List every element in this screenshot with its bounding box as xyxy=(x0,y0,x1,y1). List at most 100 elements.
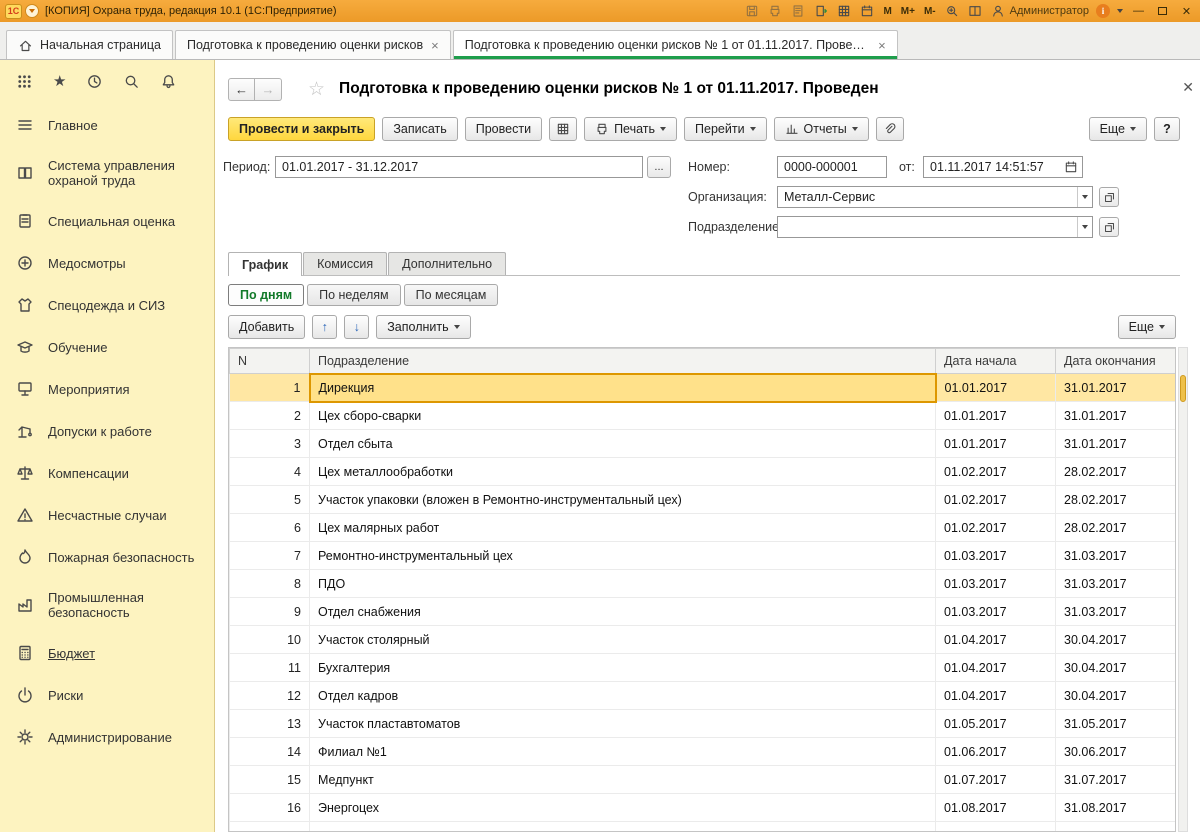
back-button[interactable]: ← xyxy=(228,77,255,101)
cell-number[interactable]: 8 xyxy=(229,569,310,598)
sidebar-item-8[interactable]: Компенсации xyxy=(0,452,214,494)
more-menu-button[interactable]: Еще xyxy=(1088,117,1147,141)
cell-start-date[interactable]: 01.02.2017 xyxy=(935,485,1056,514)
cell-number[interactable]: 3 xyxy=(229,429,310,458)
cell-department[interactable]: Филиал №1 xyxy=(309,737,936,766)
write-button[interactable]: Записать xyxy=(382,117,458,141)
cell-end-date[interactable]: 30.04.2017 xyxy=(1055,681,1175,710)
sidebar-item-4[interactable]: Спецодежда и СИЗ xyxy=(0,284,214,326)
cell-start-date[interactable]: 01.04.2017 xyxy=(935,625,1056,654)
table-row[interactable]: 9 Отдел снабжения 01.03.2017 31.03.2017 xyxy=(229,597,1175,626)
sidebar-item-7[interactable]: Допуски к работе xyxy=(0,410,214,452)
cell-end-date[interactable]: 31.01.2017 xyxy=(1055,373,1175,402)
post-button[interactable]: Провести xyxy=(464,117,543,141)
sidebar-item-12[interactable]: Бюджет xyxy=(0,632,214,674)
info-icon[interactable]: i xyxy=(1096,4,1110,18)
post-and-close-button[interactable]: Провести и закрыть xyxy=(228,117,376,141)
table-row[interactable]: 1 Дирекция 01.01.2017 31.01.2017 xyxy=(229,372,1175,403)
column-header-1[interactable]: Подразделение xyxy=(309,348,936,374)
cell-number[interactable]: 13 xyxy=(229,709,310,738)
sidebar-item-6[interactable]: Мероприятия xyxy=(0,368,214,410)
cell-department[interactable]: Энергоцех xyxy=(309,793,936,822)
cell-start-date[interactable]: 01.07.2017 xyxy=(935,765,1056,794)
maximize-button[interactable] xyxy=(1154,3,1171,19)
date-picker-icon[interactable] xyxy=(1062,158,1080,176)
main-menu-button[interactable] xyxy=(25,4,39,18)
cell-end-date[interactable]: 31.05.2017 xyxy=(1055,709,1175,738)
cell-number[interactable]: 10 xyxy=(229,625,310,654)
goto-menu-button[interactable]: Перейти xyxy=(684,117,767,141)
sidebar-item-5[interactable]: Обучение xyxy=(0,326,214,368)
cell-end-date[interactable]: 30.04.2017 xyxy=(1055,625,1175,654)
sidebar-item-3[interactable]: Медосмотры xyxy=(0,242,214,284)
table-row[interactable]: 10 Участок столярный 01.04.2017 30.04.2017 xyxy=(229,625,1175,654)
cell-end-date[interactable]: 30.06.2017 xyxy=(1055,737,1175,766)
cell-number[interactable]: 16 xyxy=(229,793,310,822)
cell-start-date[interactable]: 01.03.2017 xyxy=(935,541,1056,570)
sidebar-item-2[interactable]: Специальная оценка xyxy=(0,200,214,242)
combo-dropdown-icon[interactable] xyxy=(1077,217,1092,237)
current-user[interactable]: Администратор xyxy=(990,3,1089,19)
window-tab-1[interactable]: Подготовка к проведению оценки рисков № … xyxy=(452,30,898,59)
favorite-star-icon[interactable]: ☆ xyxy=(308,78,325,101)
sidebar-item-13[interactable]: Риски xyxy=(0,674,214,716)
cell-number[interactable]: 14 xyxy=(229,737,310,766)
table-scrollbar[interactable] xyxy=(1178,347,1188,832)
apps-grid-icon[interactable] xyxy=(16,73,33,90)
m-button[interactable]: М xyxy=(882,6,892,17)
cell-end-date[interactable]: 31.03.2017 xyxy=(1055,569,1175,598)
print-menu-button[interactable]: Печать xyxy=(584,117,678,141)
table-row[interactable]: 3 Отдел сбыта 01.01.2017 31.01.2017 xyxy=(229,429,1175,458)
add-row-button[interactable]: Добавить xyxy=(228,315,306,339)
cell-number[interactable]: 15 xyxy=(229,765,310,794)
cell-department[interactable]: Цех сборо-сварки xyxy=(309,401,936,430)
organization-combo[interactable]: Металл-Сервис xyxy=(777,186,1093,208)
search-icon[interactable] xyxy=(123,73,140,90)
m-minus-button[interactable]: М- xyxy=(923,6,937,17)
cell-end-date[interactable]: 28.02.2017 xyxy=(1055,457,1175,486)
window-tab-0[interactable]: Подготовка к проведению оценки рисков × xyxy=(174,30,451,59)
fill-menu-button[interactable]: Заполнить xyxy=(376,315,471,339)
tab-close-icon[interactable]: × xyxy=(431,39,439,52)
help-button[interactable]: ? xyxy=(1154,117,1180,141)
export-icon[interactable] xyxy=(813,3,829,19)
cell-end-date[interactable]: 31.03.2017 xyxy=(1055,541,1175,570)
minimize-button[interactable]: — xyxy=(1130,3,1147,19)
sidebar-item-14[interactable]: Администрирование xyxy=(0,716,214,758)
cell-number[interactable]: 9 xyxy=(229,597,310,626)
cell-department[interactable]: Участок упаковки (вложен в Ремонтно-инст… xyxy=(309,485,936,514)
cell-department[interactable]: Отдел снабжения xyxy=(309,597,936,626)
date-input[interactable]: 01.11.2017 14:51:57 xyxy=(923,156,1083,178)
cell-department[interactable]: ПДО xyxy=(309,569,936,598)
cell-start-date[interactable]: 01.03.2017 xyxy=(935,597,1056,626)
cell-start-date[interactable]: 01.01.2017 xyxy=(935,401,1056,430)
table-row[interactable]: 5 Участок упаковки (вложен в Ремонтно-инс… xyxy=(229,485,1175,514)
cell-start-date[interactable]: 01.02.2017 xyxy=(935,457,1056,486)
cell-end-date[interactable]: 31.01.2017 xyxy=(1055,429,1175,458)
print-preview-icon[interactable] xyxy=(790,3,806,19)
table-icon[interactable] xyxy=(836,3,852,19)
cell-number[interactable]: 7 xyxy=(229,541,310,570)
department-combo[interactable] xyxy=(777,216,1093,238)
combo-dropdown-icon[interactable] xyxy=(1077,187,1092,207)
notifications-bell-icon[interactable] xyxy=(160,73,177,90)
table-row[interactable]: 7 Ремонтно-инструментальный цех 01.03.2017… xyxy=(229,541,1175,570)
cell-number[interactable]: 2 xyxy=(229,401,310,430)
m-plus-button[interactable]: М+ xyxy=(900,6,916,17)
department-open-button[interactable] xyxy=(1099,217,1119,237)
column-header-3[interactable]: Дата окончания xyxy=(1055,348,1175,374)
cell-start-date[interactable]: 01.04.2017 xyxy=(935,653,1056,682)
cell-end-date[interactable]: 28.02.2017 xyxy=(1055,513,1175,542)
cell-start-date[interactable]: 01.05.2017 xyxy=(935,709,1056,738)
table-row[interactable]: 8 ПДО 01.03.2017 31.03.2017 xyxy=(229,569,1175,598)
cell-start-date[interactable]: 01.04.2017 xyxy=(935,681,1056,710)
cell-department[interactable]: Отдел сбыта xyxy=(309,429,936,458)
cell-department[interactable]: Участок столярный xyxy=(309,625,936,654)
cell-start-date[interactable]: 01.01.2017 xyxy=(935,429,1056,458)
history-icon[interactable] xyxy=(86,73,103,90)
tab-home[interactable]: Начальная страница xyxy=(6,30,173,59)
move-down-button[interactable]: ↓ xyxy=(344,315,370,339)
form-close-icon[interactable]: ✕ xyxy=(1182,80,1194,94)
table-row[interactable]: 6 Цех малярных работ 01.02.2017 28.02.2017 xyxy=(229,513,1175,542)
favorites-star-icon[interactable]: ★ xyxy=(53,73,66,90)
